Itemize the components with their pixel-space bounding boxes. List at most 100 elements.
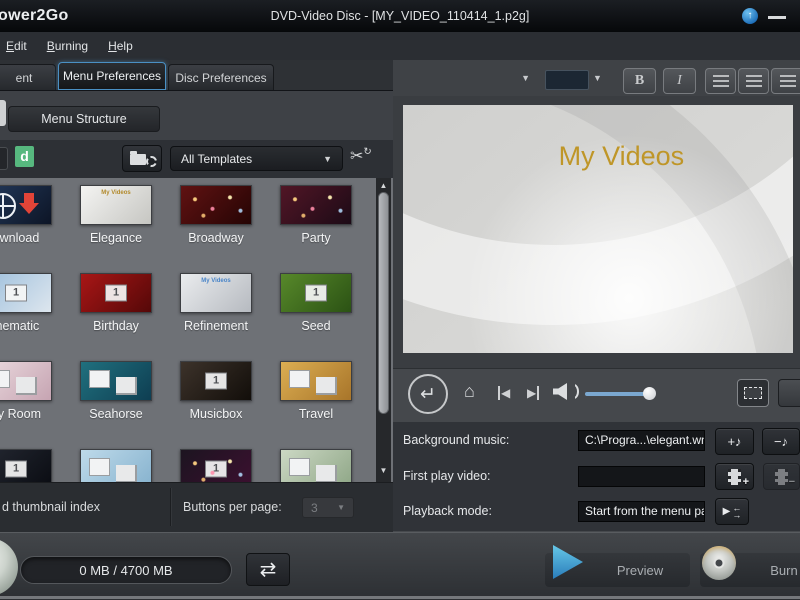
template-label: Seahorse — [89, 407, 143, 421]
template-thumbnail[interactable]: 1 — [80, 273, 152, 313]
template-item[interactable]: Party — [280, 185, 352, 245]
thumbnail-caption: 1 — [305, 284, 327, 302]
buttons-per-page-dropdown[interactable]: 3 ▼ — [302, 497, 354, 518]
template-thumbnail[interactable] — [280, 185, 352, 225]
filmstrip-icon — [728, 468, 741, 485]
remove-music-button[interactable]: −♪ — [762, 428, 800, 455]
minimize-button[interactable] — [768, 16, 786, 19]
template-thumbnail[interactable] — [0, 361, 52, 401]
template-grid: ownload My Videos Elegance Broadway Party 1in… — [0, 178, 393, 482]
template-item[interactable]: 1 — [180, 449, 252, 482]
template-thumbnail[interactable] — [280, 361, 352, 401]
folder-icon — [130, 151, 146, 165]
align-left-button[interactable] — [705, 68, 736, 94]
volume-knob[interactable] — [643, 387, 656, 400]
menu-item-burning[interactable]: Burning — [44, 37, 91, 55]
scrollbar-up-button[interactable]: ▲ — [376, 181, 391, 190]
menu-item-help[interactable]: Help — [105, 37, 136, 55]
template-thumbnail[interactable] — [80, 361, 152, 401]
sync-icon: ↻ — [363, 146, 372, 158]
template-label: Birthday — [93, 319, 139, 333]
template-thumbnail[interactable]: 1 — [0, 449, 52, 482]
template-thumbnail[interactable] — [180, 185, 252, 225]
menu-preview[interactable]: My Videos — [403, 105, 793, 353]
gear-icon — [146, 156, 157, 167]
template-item[interactable]: 1inematic — [0, 273, 52, 333]
background-music-field[interactable]: C:\Progra...\elegant.wma — [578, 430, 705, 451]
template-thumbnail[interactable]: My Videos — [80, 185, 152, 225]
template-item[interactable]: Seahorse — [80, 361, 152, 421]
template-item[interactable]: Broadway — [180, 185, 252, 245]
scrollbar-down-button[interactable]: ▼ — [376, 466, 391, 475]
font-size-dropdown[interactable]: ▼ — [593, 73, 602, 83]
template-thumbnail[interactable] — [280, 449, 352, 482]
home-button[interactable]: ⌂ — [464, 381, 475, 402]
add-music-button[interactable]: +♪ — [715, 428, 754, 455]
return-button[interactable]: ↵ — [408, 374, 448, 414]
template-thumbnail[interactable]: 1 — [180, 449, 252, 482]
template-item[interactable]: 1 Musicbox — [180, 361, 252, 421]
next-button[interactable]: ▶ — [527, 386, 540, 400]
template-item[interactable]: 1 — [0, 449, 52, 482]
cropped-toolbar-button[interactable] — [0, 147, 8, 170]
templates-filter-dropdown[interactable]: All Templates ▼ — [170, 146, 343, 171]
template-label: Seed — [301, 319, 331, 333]
background-music-label: Background music: — [403, 433, 510, 447]
previous-button[interactable]: ◀ — [498, 386, 510, 400]
template-thumbnail[interactable]: 1 — [280, 273, 352, 313]
font-family-dropdown[interactable]: ▼ — [400, 66, 536, 90]
tab-content[interactable]: ent — [0, 64, 56, 90]
first-play-video-field[interactable] — [578, 466, 705, 487]
template-item[interactable]: Travel — [280, 361, 352, 421]
import-template-button[interactable] — [122, 145, 162, 172]
tab-menu-preferences[interactable]: Menu Preferences — [58, 62, 166, 90]
align-center-button[interactable] — [738, 68, 769, 94]
playback-mode-button[interactable]: ▶ ← → — [715, 498, 749, 525]
template-thumbnail[interactable] — [80, 449, 152, 482]
thumbnail-caption: 1 — [205, 372, 227, 390]
font-size-input[interactable] — [545, 70, 589, 90]
italic-button[interactable]: I — [663, 68, 696, 94]
template-item[interactable] — [280, 449, 352, 482]
template-item[interactable]: 1 Birthday — [80, 273, 152, 333]
template-item[interactable]: My Videos Elegance — [80, 185, 152, 245]
thumbnail-caption: 1 — [205, 460, 227, 478]
template-thumbnail[interactable] — [0, 185, 52, 225]
first-play-video-label: First play video: — [403, 469, 491, 483]
directorzone-icon[interactable]: d — [15, 146, 34, 167]
scrollbar-thumb[interactable] — [378, 192, 389, 414]
template-thumbnail[interactable]: 1 — [0, 273, 52, 313]
upgrade-icon[interactable]: ↑ — [742, 8, 758, 24]
chevron-down-icon: ▼ — [323, 153, 332, 164]
swap-disc-button[interactable]: ⇄ — [246, 553, 290, 586]
template-thumbnail[interactable]: My Videos — [180, 273, 252, 313]
scissors-icon: ✂ — [350, 148, 364, 165]
align-right-button[interactable] — [771, 68, 800, 94]
buttons-per-page-label: Buttons per page: — [183, 500, 282, 514]
template-thumbnail[interactable]: 1 — [180, 361, 252, 401]
template-item[interactable]: ownload — [0, 185, 52, 245]
template-item[interactable]: by Room — [0, 361, 52, 421]
menu-structure-button[interactable]: Menu Structure — [8, 106, 160, 132]
cropped-structure-button[interactable] — [0, 100, 6, 126]
tv-safe-zone-button[interactable] — [737, 379, 769, 407]
bold-button[interactable]: B — [623, 68, 656, 94]
download-arrow-icon — [19, 203, 39, 214]
globe-icon — [0, 193, 16, 219]
align-lines-icon — [712, 75, 729, 87]
menu-item-edit[interactable]: Edit — [3, 37, 30, 55]
playback-mode-field[interactable]: Start from the menu pa... — [578, 501, 705, 522]
template-item[interactable] — [80, 449, 152, 482]
template-item[interactable]: My Videos Refinement — [180, 273, 252, 333]
thumbnail-index-label[interactable]: d thumbnail index — [2, 500, 100, 514]
tab-disc-preferences[interactable]: Disc Preferences — [168, 64, 274, 90]
plus-icon: + — [742, 476, 749, 488]
download-templates-button[interactable]: ✂↻ — [350, 146, 372, 166]
remove-video-button[interactable]: − — [763, 463, 800, 490]
cropped-display-button[interactable] — [778, 379, 800, 407]
align-lines-icon — [779, 75, 796, 87]
window-title: DVD-Video Disc - [MY_VIDEO_110414_1.p2g] — [270, 9, 530, 23]
add-video-button[interactable]: + — [715, 463, 754, 490]
menu-title-text[interactable]: My Videos — [559, 141, 685, 172]
template-item[interactable]: 1 Seed — [280, 273, 352, 333]
